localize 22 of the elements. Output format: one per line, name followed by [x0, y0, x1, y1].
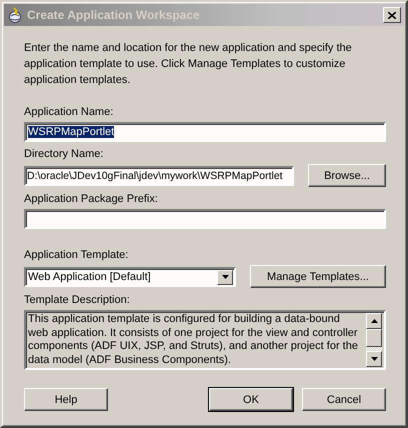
instructions-text: Enter the name and location for the new application and specify the application template to use. Click Manage Templates to customize application templates. [24, 41, 353, 88]
scrollbar[interactable] [366, 313, 382, 367]
description-box: This application template is configured for building a data-bound web application. It consists of one project for the view and controller components (ADF UIX, JSP, and Struts), and another project for the data model (ADF Business Components). [24, 310, 386, 370]
app-icon [7, 7, 23, 23]
input-field[interactable]: WSRPMapPortlet [24, 122, 386, 142]
down-arrow-icon [370, 357, 378, 361]
manage-templates-button[interactable]: Manage Templates... [250, 265, 386, 288]
browse-button[interactable]: Browse... [308, 164, 386, 187]
up-arrow-icon [370, 319, 378, 323]
field-label: Application Package Prefix: [24, 193, 159, 205]
input-field[interactable]: D:\oracle\JDev10gFinal\jdev\mywork\WSRPMapPortlet [24, 166, 294, 186]
dropdown[interactable]: Web Application [Default] [24, 266, 236, 286]
close-icon [388, 12, 396, 18]
input-field[interactable] [24, 209, 386, 229]
cancel-button[interactable]: Cancel [302, 388, 386, 411]
field-label: Directory Name: [24, 148, 104, 160]
help-button[interactable]: Help [24, 388, 108, 411]
field-label: Template Description: [24, 294, 131, 306]
ok-button[interactable]: OK [209, 388, 293, 411]
down-arrow-icon [222, 275, 228, 279]
field-label: Application Template: [24, 249, 130, 261]
field-label: Application Name: [24, 106, 114, 118]
